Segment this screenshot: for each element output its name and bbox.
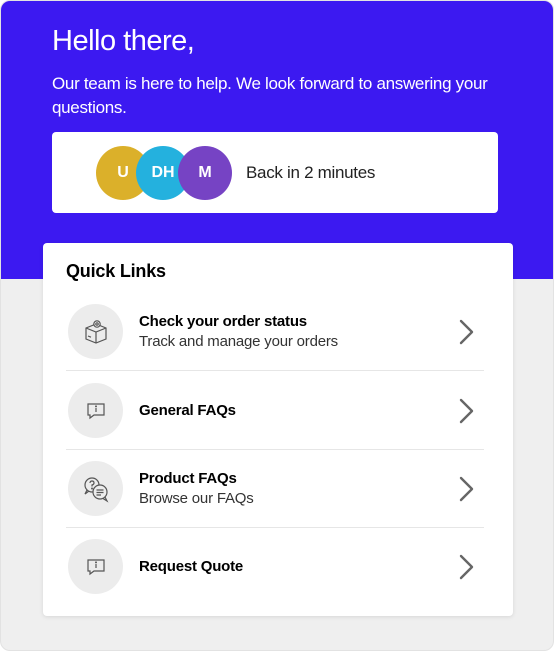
link-texts: General FAQs bbox=[139, 372, 439, 450]
hero-header: Hello there, Our team is here to help. W… bbox=[1, 1, 553, 279]
avatar: M bbox=[178, 146, 232, 200]
greeting-subtitle: Our team is here to help. We look forwar… bbox=[52, 74, 488, 117]
quick-links-title: Quick Links bbox=[66, 261, 166, 281]
team-status-card: U DH M Back in 2 minutes bbox=[52, 132, 498, 213]
chevron-right-icon bbox=[459, 319, 474, 345]
chevron-right-icon bbox=[459, 476, 474, 502]
response-time-text: Back in 2 minutes bbox=[246, 163, 376, 182]
link-title: Check your order status bbox=[139, 313, 307, 330]
chevron-right-icon bbox=[459, 554, 474, 580]
link-title: Product FAQs bbox=[139, 470, 237, 487]
quick-link-request-quote[interactable]: Request Quote bbox=[66, 528, 484, 606]
greeting-title: Hello there, bbox=[52, 25, 195, 57]
link-texts: Check your order status Track and manage… bbox=[139, 293, 439, 371]
quick-link-general-faqs[interactable]: General FAQs bbox=[66, 372, 484, 450]
info-chat-icon bbox=[68, 383, 123, 438]
link-texts: Product FAQs Browse our FAQs bbox=[139, 450, 439, 528]
link-title: Request Quote bbox=[139, 558, 244, 575]
help-widget: Hello there, Our team is here to help. W… bbox=[0, 0, 554, 651]
link-title: General FAQs bbox=[139, 402, 236, 419]
link-description: Browse our FAQs bbox=[139, 490, 254, 507]
chevron-right-icon bbox=[459, 398, 474, 424]
question-chat-icon bbox=[68, 461, 123, 516]
package-icon bbox=[68, 304, 123, 359]
quick-link-order-status[interactable]: Check your order status Track and manage… bbox=[66, 293, 484, 371]
link-description: Track and manage your orders bbox=[139, 333, 338, 350]
quick-link-product-faqs[interactable]: Product FAQs Browse our FAQs bbox=[66, 450, 484, 528]
link-texts: Request Quote bbox=[139, 528, 439, 606]
info-chat-icon bbox=[68, 539, 123, 594]
quick-links-card: Quick Links Check your order status Trac… bbox=[43, 243, 513, 616]
